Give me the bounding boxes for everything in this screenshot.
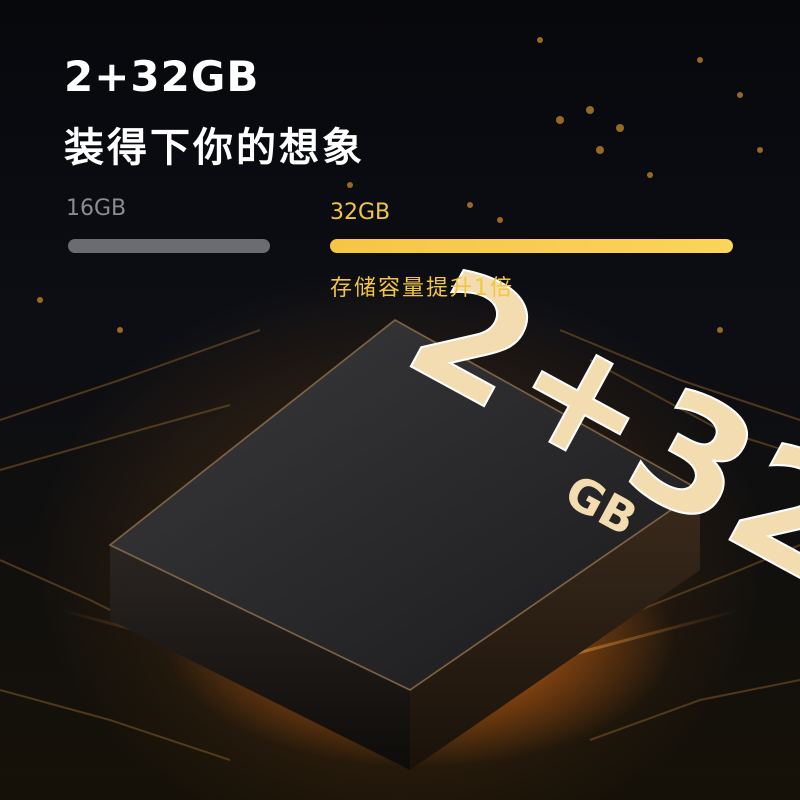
old-capacity-label: 16GB (66, 196, 127, 221)
headline-capacity: 2+32GB (64, 52, 260, 101)
old-capacity-bar (68, 239, 270, 253)
capacity-increase-note: 存储容量提升1倍 (330, 276, 514, 301)
new-capacity-label: 32GB (330, 200, 391, 225)
new-capacity-bar (330, 239, 733, 253)
headline-slogan: 装得下你的想象 (64, 125, 365, 171)
